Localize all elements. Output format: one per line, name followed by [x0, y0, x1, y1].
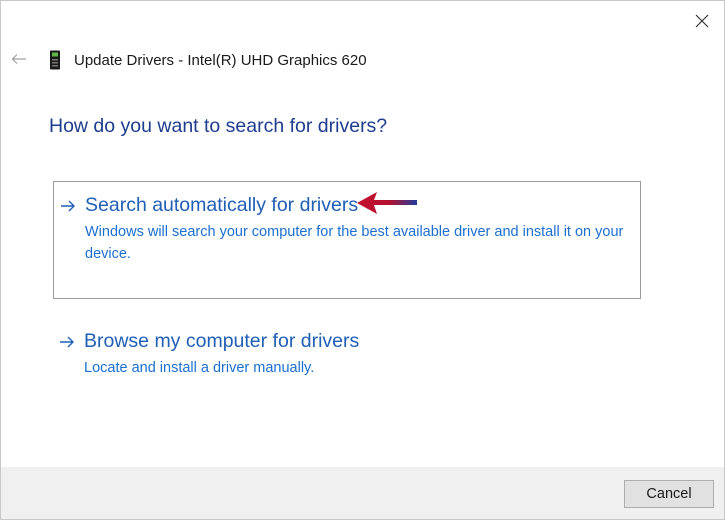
page-heading: How do you want to search for drivers? [49, 115, 388, 137]
browse-computer-description: Locate and install a driver manually. [84, 360, 315, 376]
search-automatically-link[interactable]: Search automatically for drivers [85, 194, 358, 217]
browse-computer-link[interactable]: Browse my computer for drivers [84, 330, 359, 353]
display-adapter-icon [50, 50, 60, 70]
arrow-right-icon [61, 200, 75, 212]
browse-computer-option[interactable]: Browse my computer for drivers Locate an… [53, 318, 641, 388]
back-arrow-icon [11, 54, 26, 64]
update-drivers-dialog: Update Drivers - Intel(R) UHD Graphics 6… [0, 0, 725, 520]
arrow-right-icon [60, 336, 74, 348]
cancel-button[interactable]: Cancel [624, 480, 714, 508]
search-automatically-description: Windows will search your computer for th… [85, 224, 624, 262]
window-title-bar: Update Drivers - Intel(R) UHD Graphics 6… [48, 50, 367, 70]
red-pointer-arrow-icon [357, 192, 417, 214]
close-button[interactable] [690, 9, 714, 33]
close-icon [695, 14, 709, 28]
search-automatically-option[interactable]: Search automatically for drivers Windows… [53, 181, 641, 299]
back-button[interactable] [9, 49, 29, 69]
window-title: Update Drivers - Intel(R) UHD Graphics 6… [74, 51, 367, 69]
dialog-footer: Cancel [1, 467, 724, 519]
